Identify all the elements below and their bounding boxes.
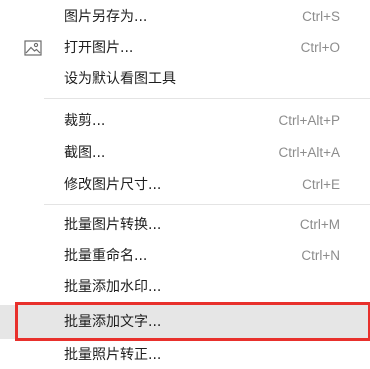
menu-item-open-image[interactable]: 打开图片... Ctrl+O	[0, 31, 370, 65]
menu-item-shortcut: Ctrl+S	[302, 9, 340, 24]
menu-item-label: 批量添加文字...	[64, 314, 162, 330]
menu-item-label: 图片另存为...	[64, 9, 148, 25]
image-icon	[24, 40, 42, 56]
menu-item-crop[interactable]: 裁剪... Ctrl+Alt+P	[0, 104, 370, 138]
menu-item-batch-straighten[interactable]: 批量照片转正...	[0, 338, 370, 369]
menu-item-shortcut: Ctrl+M	[299, 217, 340, 232]
menu-item-batch-rename[interactable]: 批量重命名... Ctrl+N	[0, 239, 370, 273]
menu-item-batch-watermark[interactable]: 批量添加水印...	[0, 270, 370, 304]
context-menu: 图片另存为... Ctrl+S 打开图片... Ctrl+O 设为默认看图工具 …	[0, 0, 370, 369]
menu-item-screenshot[interactable]: 截图... Ctrl+Alt+A	[0, 136, 370, 170]
menu-item-label: 打开图片...	[64, 40, 134, 56]
menu-item-label: 截图...	[64, 145, 106, 161]
menu-item-label: 批量添加水印...	[64, 279, 162, 295]
menu-item-shortcut: Ctrl+E	[302, 177, 340, 192]
menu-item-set-default-viewer[interactable]: 设为默认看图工具	[0, 62, 370, 96]
menu-item-batch-add-text[interactable]: 批量添加文字...	[0, 305, 370, 339]
menu-item-label: 设为默认看图工具	[64, 71, 176, 87]
menu-separator	[44, 98, 370, 99]
menu-item-shortcut: Ctrl+N	[301, 248, 340, 263]
menu-item-label: 批量图片转换...	[64, 217, 162, 233]
menu-item-resize-image[interactable]: 修改图片尺寸... Ctrl+E	[0, 168, 370, 202]
menu-item-label: 修改图片尺寸...	[64, 177, 162, 193]
menu-item-batch-convert[interactable]: 批量图片转换... Ctrl+M	[0, 208, 370, 242]
menu-item-label: 批量照片转正...	[64, 347, 162, 363]
menu-item-label: 批量重命名...	[64, 248, 148, 264]
menu-item-shortcut: Ctrl+Alt+A	[278, 145, 340, 160]
menu-separator	[44, 204, 370, 205]
menu-item-shortcut: Ctrl+O	[300, 40, 340, 55]
menu-item-shortcut: Ctrl+Alt+P	[278, 113, 340, 128]
menu-item-label: 裁剪...	[64, 113, 106, 129]
menu-item-save-as[interactable]: 图片另存为... Ctrl+S	[0, 0, 370, 34]
